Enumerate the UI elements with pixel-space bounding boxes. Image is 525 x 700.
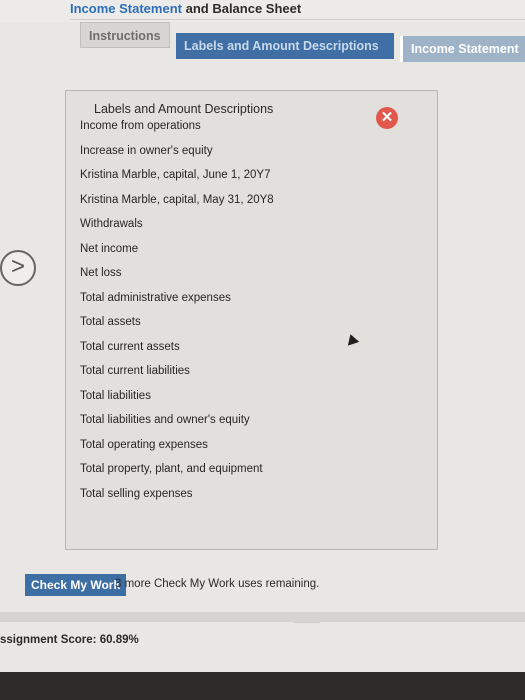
list-item: Total liabilities and owner's equity: [80, 414, 250, 426]
list-item: Net income: [80, 242, 139, 255]
list-item: Income from operations: [80, 120, 201, 132]
list-item: Withdrawals: [80, 218, 143, 230]
assignment-score: ssignment Score: 60.89%: [0, 634, 139, 646]
page-title-prefix: Income Statement: [70, 1, 182, 16]
screen-bezel: [0, 672, 525, 700]
tab-income-statement[interactable]: Income Statement: [400, 36, 525, 62]
chevron-right-icon[interactable]: >: [0, 250, 36, 286]
list-item: Kristina Marble, capital, May 31, 20Y8: [80, 193, 274, 206]
score-label: ssignment Score:: [0, 634, 97, 646]
score-value: 60.89%: [99, 634, 139, 646]
title-divider: [70, 19, 525, 20]
list-item: Net loss: [80, 267, 122, 279]
tab-instructions[interactable]: Instructions: [80, 22, 170, 48]
labels-list: Income from operations Increase in owner…: [80, 120, 460, 512]
list-item: Total selling expenses: [80, 487, 193, 500]
list-item: Total administrative expenses: [80, 291, 231, 304]
list-item: Total current liabilities: [80, 365, 190, 377]
list-item: Increase in owner's equity: [80, 144, 213, 157]
list-item: Total operating expenses: [80, 438, 208, 451]
list-item: Total assets: [80, 316, 141, 328]
list-item: Total liabilities: [80, 389, 151, 402]
tab-labels-and-amount-descriptions[interactable]: Labels and Amount Descriptions: [176, 33, 394, 59]
page-title-suffix: and Balance Sheet: [181, 1, 302, 16]
footer-divider: [0, 612, 525, 622]
list-item: Total current assets: [80, 340, 180, 353]
panel-title: Labels and Amount Descriptions: [94, 102, 274, 116]
check-remaining-text: 3 more Check My Work uses remaining.: [115, 578, 320, 590]
list-item: Kristina Marble, capital, June 1, 20Y7: [80, 169, 271, 181]
page-title: Income Statement and Balance Sheet: [70, 1, 301, 16]
list-item: Total property, plant, and equipment: [80, 463, 263, 475]
check-my-work-button[interactable]: Check My Work: [25, 574, 127, 596]
